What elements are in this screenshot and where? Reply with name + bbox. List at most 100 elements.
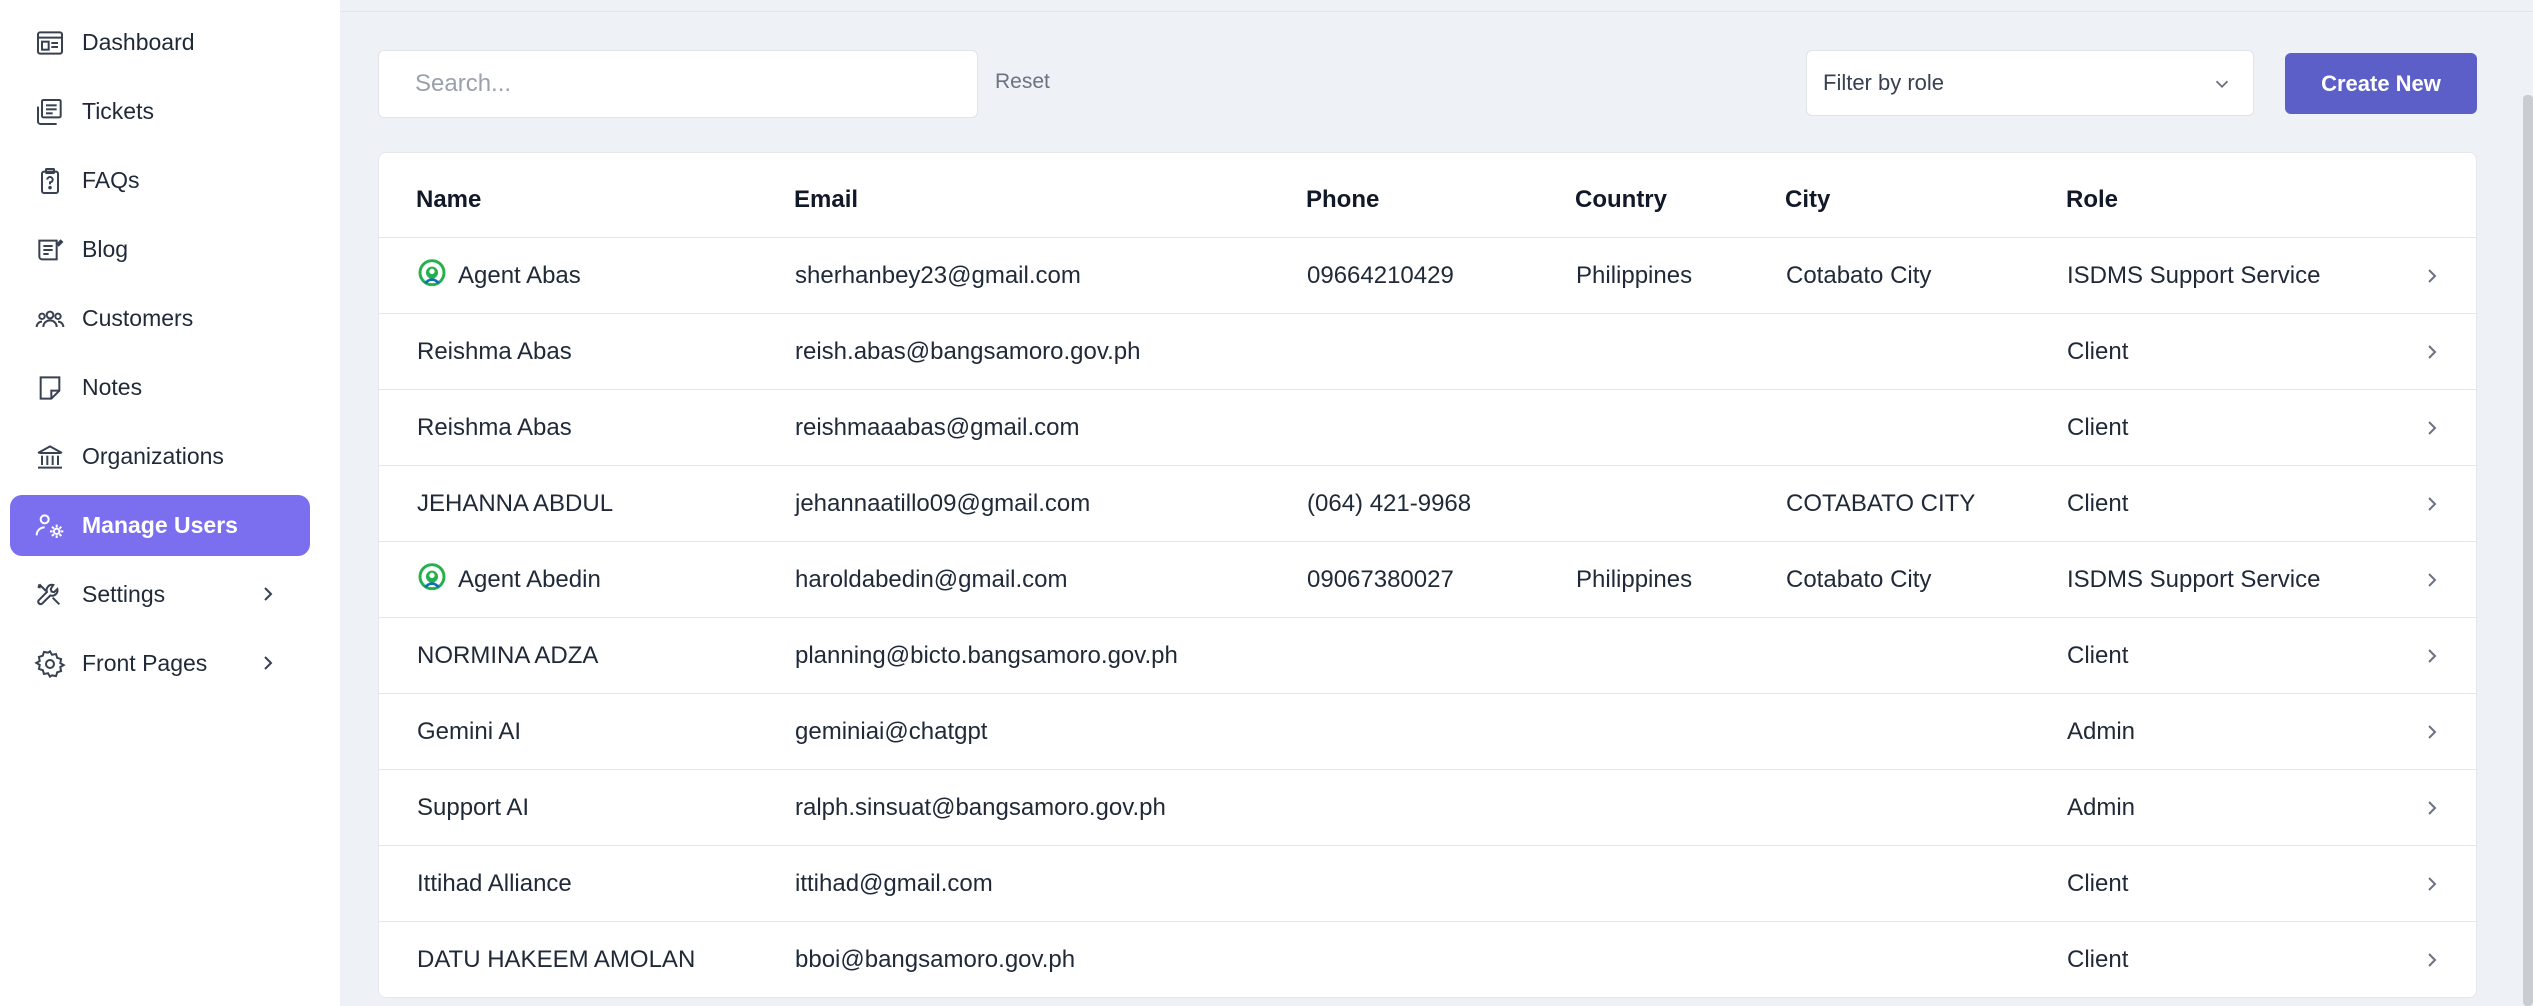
table-row[interactable]: NORMINA ADZA planning@bicto.bangsamoro.go… — [379, 618, 2476, 694]
chevron-right-icon[interactable] — [2420, 948, 2444, 972]
sidebar-item-label: Customers — [82, 305, 194, 331]
cell-phone: 09067380027 — [1307, 566, 1454, 593]
settings-icon — [32, 577, 68, 613]
user-name: Ittihad Alliance — [417, 870, 572, 897]
role-filter-label: Filter by role — [1823, 70, 1945, 95]
cell-name: DATU HAKEEM AMOLAN — [417, 946, 695, 974]
sidebar-item-tickets[interactable]: Tickets — [10, 81, 310, 142]
cell-email: sherhanbey23@gmail.com — [795, 262, 1081, 289]
table-row[interactable]: Reishma Abas reishmaaabas@gmail.com Client — [379, 390, 2476, 466]
sidebar-item-label: Manage Users — [82, 512, 238, 538]
reset-button[interactable]: Reset — [995, 70, 1050, 94]
cell-name: Agent Abas — [416, 259, 581, 290]
tickets-icon — [32, 94, 68, 130]
sidebar-item-label: Tickets — [82, 98, 154, 124]
sidebar-item-dashboard[interactable]: Dashboard — [10, 12, 310, 73]
sidebar-item-faqs[interactable]: FAQs — [10, 150, 310, 211]
manage-users-icon — [32, 508, 68, 544]
cell-name: Reishma Abas — [417, 414, 572, 442]
user-name: Agent Abas — [458, 262, 581, 289]
cell-role: ISDMS Support Service — [2067, 566, 2321, 593]
column-header-city: City — [1785, 186, 1831, 213]
sidebar-item-manage-users[interactable]: Manage Users — [10, 495, 310, 556]
user-name: NORMINA ADZA — [417, 642, 599, 669]
cell-email: bboi@bangsamoro.gov.ph — [795, 946, 1076, 973]
cell-email: reishmaaabas@gmail.com — [795, 414, 1080, 441]
cell-role: Client — [2067, 870, 2129, 897]
user-name: JEHANNA ABDUL — [417, 490, 614, 517]
agent-badge-icon — [416, 258, 448, 290]
sidebar-item-settings[interactable]: Settings — [10, 564, 310, 625]
sidebar-item-label: FAQs — [82, 167, 140, 193]
chevron-right-icon — [264, 587, 273, 601]
page-scrollbar[interactable] — [2523, 95, 2533, 1006]
user-name: DATU HAKEEM AMOLAN — [417, 946, 696, 973]
chevron-down-icon — [2215, 80, 2229, 89]
user-name: Reishma Abas — [417, 338, 572, 365]
column-header-name: Name — [416, 186, 482, 213]
chevron-right-icon[interactable] — [2420, 340, 2444, 364]
sidebar-item-label: Settings — [82, 581, 166, 607]
table-row[interactable]: Gemini AI geminiai@chatgpt Admin — [379, 694, 2476, 770]
chevron-right-icon[interactable] — [2420, 568, 2444, 592]
table-row[interactable]: JEHANNA ABDUL jehannaatillo09@gmail.com (0… — [379, 466, 2476, 542]
sidebar-item-organizations[interactable]: Organizations — [10, 426, 310, 487]
chevron-right-icon[interactable] — [2420, 492, 2444, 516]
chevron-right-icon[interactable] — [2420, 644, 2444, 668]
cell-name: Ittihad Alliance — [417, 870, 572, 898]
chevron-right-icon[interactable] — [2420, 416, 2444, 440]
cell-role: Client — [2067, 946, 2129, 973]
table-row[interactable]: DATU HAKEEM AMOLAN bboi@bangsamoro.gov.ph… — [379, 922, 2476, 998]
column-header-role: Role — [2066, 186, 2119, 213]
chevron-right-icon[interactable] — [2420, 720, 2444, 744]
cell-role: Client — [2067, 642, 2129, 669]
cell-role: Admin — [2067, 718, 2136, 745]
sidebar-item-customers[interactable]: Customers — [10, 288, 310, 349]
faq-icon — [32, 163, 68, 199]
sidebar-item-label: Organizations — [82, 443, 224, 469]
table-row[interactable]: Reishma Abas reish.abas@bangsamoro.gov.ph… — [379, 314, 2476, 390]
cell-country: Philippines — [1576, 262, 1693, 289]
chevron-right-icon[interactable] — [2420, 796, 2444, 820]
column-header-email: Email — [794, 186, 859, 213]
cell-name: Agent Abedin — [416, 563, 601, 594]
cell-email: ralph.sinsuat@bangsamoro.gov.ph — [795, 794, 1166, 821]
sidebar: Dashboard Tickets FAQs Blog Customers No… — [0, 0, 340, 1006]
sidebar-item-label: Notes — [82, 374, 143, 400]
sidebar-item-front-pages[interactable]: Front Pages — [10, 633, 310, 694]
top-bar — [340, 0, 2533, 12]
cell-email: ittihad@gmail.com — [795, 870, 993, 897]
cell-email: haroldabedin@gmail.com — [795, 566, 1068, 593]
cell-name: Gemini AI — [417, 718, 521, 746]
table-row[interactable]: Support AI ralph.sinsuat@bangsamoro.gov.p… — [379, 770, 2476, 846]
chevron-right-icon — [264, 656, 273, 670]
sidebar-item-blog[interactable]: Blog — [10, 219, 310, 280]
search-input[interactable] — [378, 50, 978, 118]
chevron-right-icon[interactable] — [2420, 872, 2444, 896]
cell-city: COTABATO CITY — [1786, 490, 1976, 517]
cell-name: Support AI — [417, 794, 529, 822]
sidebar-item-label: Dashboard — [82, 29, 195, 55]
role-filter-select[interactable]: Filter by role — [1806, 50, 2254, 116]
cell-city: Cotabato City — [1786, 566, 1932, 593]
chevron-right-icon[interactable] — [2420, 264, 2444, 288]
create-new-button[interactable]: Create New — [2285, 53, 2477, 114]
agent-badge-icon — [416, 562, 448, 594]
dashboard-icon — [32, 25, 68, 61]
cell-city: Cotabato City — [1786, 262, 1932, 289]
table-row[interactable]: Agent Abedin haroldabedin@gmail.com 090673… — [379, 542, 2476, 618]
cell-role: Client — [2067, 414, 2129, 441]
sidebar-item-notes[interactable]: Notes — [10, 357, 310, 418]
cell-role: Client — [2067, 490, 2129, 517]
cell-role: Client — [2067, 338, 2129, 365]
table-row[interactable]: Ittihad Alliance ittihad@gmail.com Client — [379, 846, 2476, 922]
cell-name: JEHANNA ABDUL — [417, 490, 613, 518]
customers-icon — [32, 301, 68, 337]
cell-email: planning@bicto.bangsamoro.gov.ph — [795, 642, 1178, 669]
blog-icon — [32, 232, 68, 268]
cell-email: reish.abas@bangsamoro.gov.ph — [795, 338, 1141, 365]
cell-email: geminiai@chatgpt — [795, 718, 988, 745]
table-row[interactable]: Agent Abas sherhanbey23@gmail.com 09664210… — [379, 238, 2476, 314]
cell-email: jehannaatillo09@gmail.com — [795, 490, 1091, 517]
user-name: Agent Abedin — [458, 566, 601, 593]
